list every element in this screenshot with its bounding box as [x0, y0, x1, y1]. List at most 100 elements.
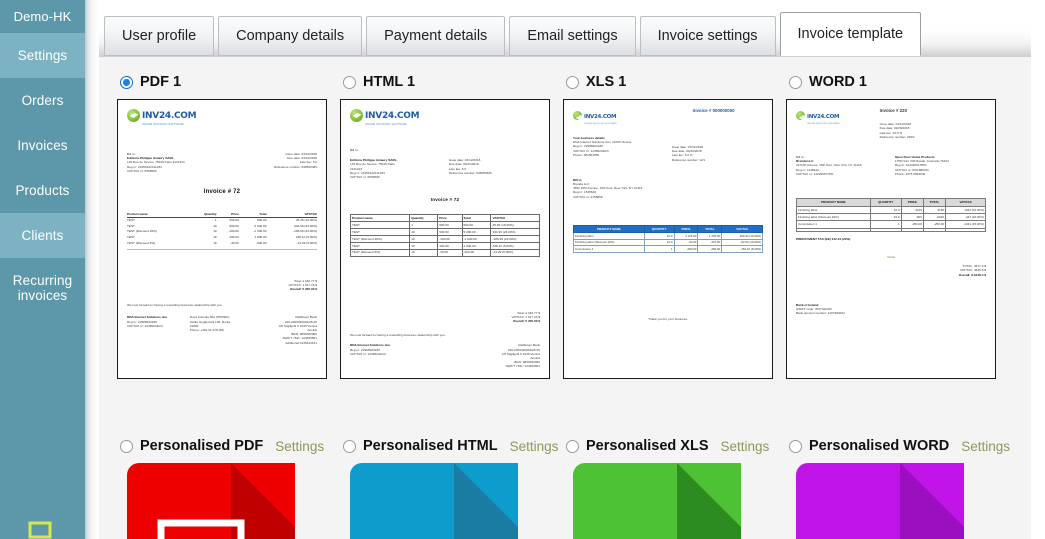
logo-wordmark: INV24.COM	[807, 114, 840, 120]
logo-tagline: ONLINE INVOICING SOFTWARE	[584, 123, 617, 125]
inv24-logo: INV24.COM ONLINE INVOICING SOFTWARE	[573, 109, 617, 125]
tab-label: Email settings	[527, 28, 618, 44]
app-window: Demo-HK Settings Orders Invoices Product…	[0, 0, 1045, 539]
globe-icon	[573, 111, 582, 120]
table-row: Finishing labor (Discount 10%) 10.0 -600…	[796, 213, 986, 222]
preview-card-pdf1[interactable]: INV24.COM ONLINE INVOICING SOFTWARE Bill…	[117, 99, 327, 379]
cell-product: TEST (Discount 20%)	[349, 234, 411, 243]
column-header: PRICE	[673, 224, 699, 233]
cell-vat: 260.42 (10.00%)	[721, 231, 763, 240]
template-option-row-word1[interactable]: WORD 1	[786, 71, 1008, 93]
column-header: PRICE	[900, 198, 924, 207]
preview-card-html1[interactable]: INV24.COM ONLINE INVOICING SOFTWARE Bill…	[340, 99, 550, 379]
cell-total: 500.00	[461, 221, 492, 229]
cell-product: Finishing labor (Discount 10%)	[796, 213, 871, 222]
sidebar-item-products[interactable]: Products	[0, 168, 85, 213]
cell-vat: -447 (10.00%)	[945, 213, 986, 222]
personalised-option-row-word[interactable]: Personalised WORD Settings	[786, 435, 1010, 457]
column-header: Quantity	[409, 214, 439, 223]
logo-wordmark: INV24.COM	[365, 111, 420, 121]
sidebar-item-clients[interactable]: Clients	[0, 213, 85, 258]
personalised-settings-link-word[interactable]: Settings	[961, 439, 1010, 454]
cell-total: -300.00	[461, 248, 492, 257]
totals-value: 5 200.00 $	[525, 318, 540, 323]
tab-payment-details[interactable]: Payment details	[366, 16, 506, 56]
globe-icon	[796, 111, 805, 120]
template-option-row-xls1[interactable]: XLS 1	[563, 71, 785, 93]
invoice-meta: Reference number: 220/1	[879, 134, 915, 139]
cell-qty: 10.0	[869, 213, 902, 222]
table-header-row: PRODUCT NAME QUANTITY PRICE TOTAL VAT/TA…	[796, 198, 986, 207]
tab-email-settings[interactable]: Email settings	[509, 16, 636, 56]
table-row: TEST (Discount 20%) 10 -100.00 -1 000.00…	[349, 234, 540, 243]
personalised-option-word: Personalised WORD Settings	[786, 435, 1010, 539]
note-icon[interactable]	[28, 521, 52, 539]
radio-personalised-xls[interactable]	[566, 439, 579, 453]
bank-line: Additional:3135313131	[285, 340, 317, 345]
document-icon-xls[interactable]	[573, 463, 741, 539]
globe-icon	[127, 109, 140, 122]
radio-pdf1[interactable]	[120, 75, 133, 89]
personalised-settings-link-xls[interactable]: Settings	[721, 439, 770, 454]
radio-personalised-word[interactable]	[789, 439, 802, 453]
personalised-settings-link-html[interactable]: Settings	[510, 439, 559, 454]
footer-note: Thank you for your business.	[648, 317, 688, 322]
cell-price: -600	[900, 213, 924, 222]
column-header: PRODUCT NAME	[796, 198, 871, 207]
cell-vat: -62.50 (10.00%)	[721, 238, 763, 247]
template-option-row-html1[interactable]: HTML 1	[340, 71, 562, 93]
personalised-option-row-xls[interactable]: Personalised XLS Settings	[563, 435, 785, 457]
cell-product: Commission 1	[573, 245, 645, 254]
tab-invoice-template[interactable]: Invoice template	[779, 12, 922, 56]
document-icon-word[interactable]	[796, 463, 964, 539]
logo-tagline: ONLINE INVOICING SOFTWARE	[807, 123, 840, 125]
preview-card-word1[interactable]: INV24.COM ONLINE INVOICING SOFTWARE Invo…	[786, 99, 996, 379]
table-row: Commission 1 1 -250.00 -250.00 -1341 (15…	[796, 220, 986, 229]
table-row: TEST 10 500.00 5 000.00 934.96 (23.00%)	[349, 228, 540, 236]
column-header: Product name	[349, 214, 411, 223]
totals-line: Overall: 9-6148.4 $	[899, 273, 986, 277]
sidebar-item-orders[interactable]: Orders	[0, 78, 85, 123]
radio-personalised-pdf[interactable]	[120, 439, 133, 453]
sidebar-item-settings[interactable]: Settings	[0, 33, 85, 78]
radio-personalised-html[interactable]	[343, 439, 356, 453]
invoice-title: Invoice # 000000000	[692, 108, 735, 113]
tab-company-details[interactable]: Company details	[218, 16, 363, 56]
cell-product: TEST	[349, 228, 411, 236]
document-icon-pdf[interactable]	[127, 463, 295, 539]
cell-qty: 1	[643, 245, 675, 254]
template-option-row-pdf1[interactable]: PDF 1	[117, 71, 339, 93]
personalised-settings-link-pdf[interactable]: Settings	[275, 439, 324, 454]
totals-value: 9-6148.4 $	[971, 272, 986, 277]
cell-price: -250.00	[673, 245, 699, 254]
column-header: Price	[437, 214, 463, 223]
template-label-xls1: XLS 1	[586, 74, 627, 90]
cell-price: -250.00	[900, 220, 924, 229]
column-header: TOTAL	[697, 224, 723, 233]
sidebar: Demo-HK Settings Orders Invoices Product…	[0, 0, 85, 539]
tab-user-profile[interactable]: User profile	[104, 16, 215, 56]
radio-xls1[interactable]	[566, 75, 579, 89]
preview-card-xls1[interactable]: INV24.COM ONLINE INVOICING SOFTWARE Invo…	[563, 99, 773, 379]
tab-invoice-settings[interactable]: Invoice settings	[639, 16, 776, 56]
column-header: PRODUCT NAME	[573, 224, 645, 233]
radio-html1[interactable]	[343, 75, 356, 89]
cell-product: TEST	[349, 241, 411, 250]
radio-word1[interactable]	[789, 75, 802, 89]
personalised-option-row-html[interactable]: Personalised HTML Settings	[340, 435, 562, 457]
personalised-option-row-pdf[interactable]: Personalised PDF Settings	[117, 435, 339, 457]
cell-price: 500.00	[437, 221, 463, 229]
sidebar-brand[interactable]: Demo-HK	[0, 0, 85, 33]
cell-qty: 10.0	[869, 205, 902, 215]
line-items-table: Product name Quantity Price Total VAT/TA…	[127, 211, 317, 246]
inv24-logo: INV24.COM ONLINE INVOICING SOFTWARE	[350, 109, 540, 126]
personalised-label-xls: Personalised XLS	[586, 438, 709, 454]
sidebar-item-invoices[interactable]: Invoices	[0, 123, 85, 168]
document-icon-html[interactable]	[350, 463, 518, 539]
cell-vat: 1022 (10.00%)	[945, 205, 986, 215]
sidebar-item-recurring-invoices[interactable]: Recurring invoices	[0, 258, 85, 318]
cell-total: 4160	[922, 205, 947, 215]
table-header-row: PRODUCT NAME QUANTITY PRICE TOTAL VAT/TA…	[573, 224, 763, 233]
cell-price: -30.00	[437, 248, 463, 257]
cell-product: Commission 1	[796, 220, 871, 229]
